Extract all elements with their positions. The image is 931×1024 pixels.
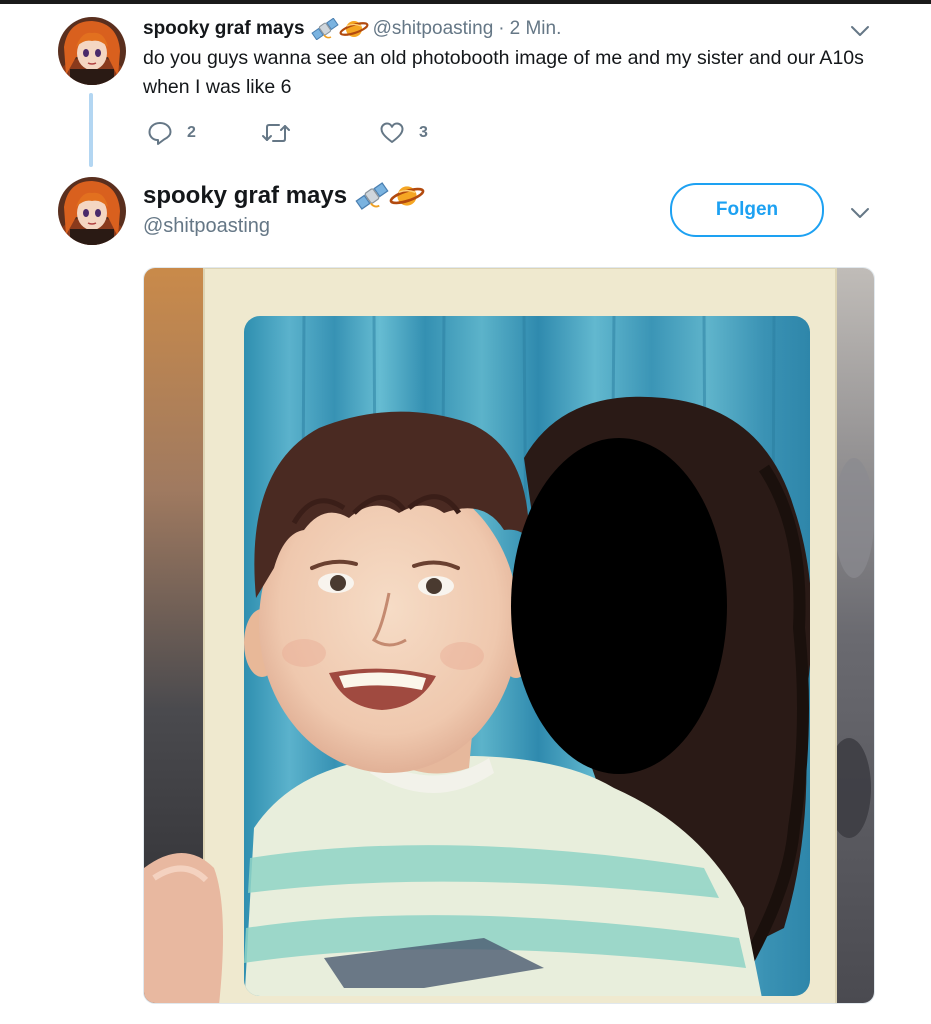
- reply-button[interactable]: 2: [147, 119, 196, 147]
- tweet-menu-button[interactable]: [849, 202, 871, 224]
- author-handle[interactable]: @shitpoasting: [373, 18, 494, 40]
- author-name-row: spooky graf mays: [143, 180, 429, 212]
- tweet-header: spooky graf mays @shitpoasting · 2 Min.: [143, 16, 561, 42]
- photobooth-print-photo: [144, 268, 874, 1003]
- chevron-down-icon: [851, 208, 869, 218]
- ringed-planet-icon: [389, 186, 425, 206]
- tweet-menu-button[interactable]: [849, 20, 871, 42]
- avatar[interactable]: [58, 177, 126, 245]
- like-count: 3: [419, 124, 428, 141]
- author-handle[interactable]: @shitpoasting: [143, 215, 270, 238]
- satellite-icon: [310, 18, 339, 40]
- thread-connector-line: [89, 93, 93, 167]
- tweet-text: do you guys wanna see an old photobooth …: [143, 47, 864, 98]
- separator-dot: ·: [498, 18, 505, 39]
- author-name[interactable]: spooky graf mays: [143, 18, 305, 40]
- ringed-planet-icon: [339, 21, 369, 37]
- name-emojis: [310, 18, 369, 40]
- avatar-image: [58, 17, 126, 85]
- top-border: [0, 0, 931, 4]
- chevron-down-icon: [851, 26, 869, 36]
- author-name[interactable]: spooky graf mays: [143, 182, 347, 210]
- heart-icon: [380, 122, 404, 143]
- tweet-media-photo[interactable]: [143, 267, 875, 1004]
- satellite-icon: [355, 182, 389, 210]
- avatar-image: [58, 177, 126, 245]
- follow-button[interactable]: Folgen: [670, 183, 824, 237]
- reply-icon: [148, 122, 172, 145]
- name-emojis: [355, 182, 425, 210]
- avatar[interactable]: [58, 17, 126, 85]
- retweet-button[interactable]: [261, 119, 305, 147]
- like-button[interactable]: 3: [379, 119, 428, 147]
- reply-count: 2: [187, 124, 196, 141]
- tweet-timestamp[interactable]: 2 Min.: [510, 18, 562, 40]
- retweet-icon: [262, 124, 290, 142]
